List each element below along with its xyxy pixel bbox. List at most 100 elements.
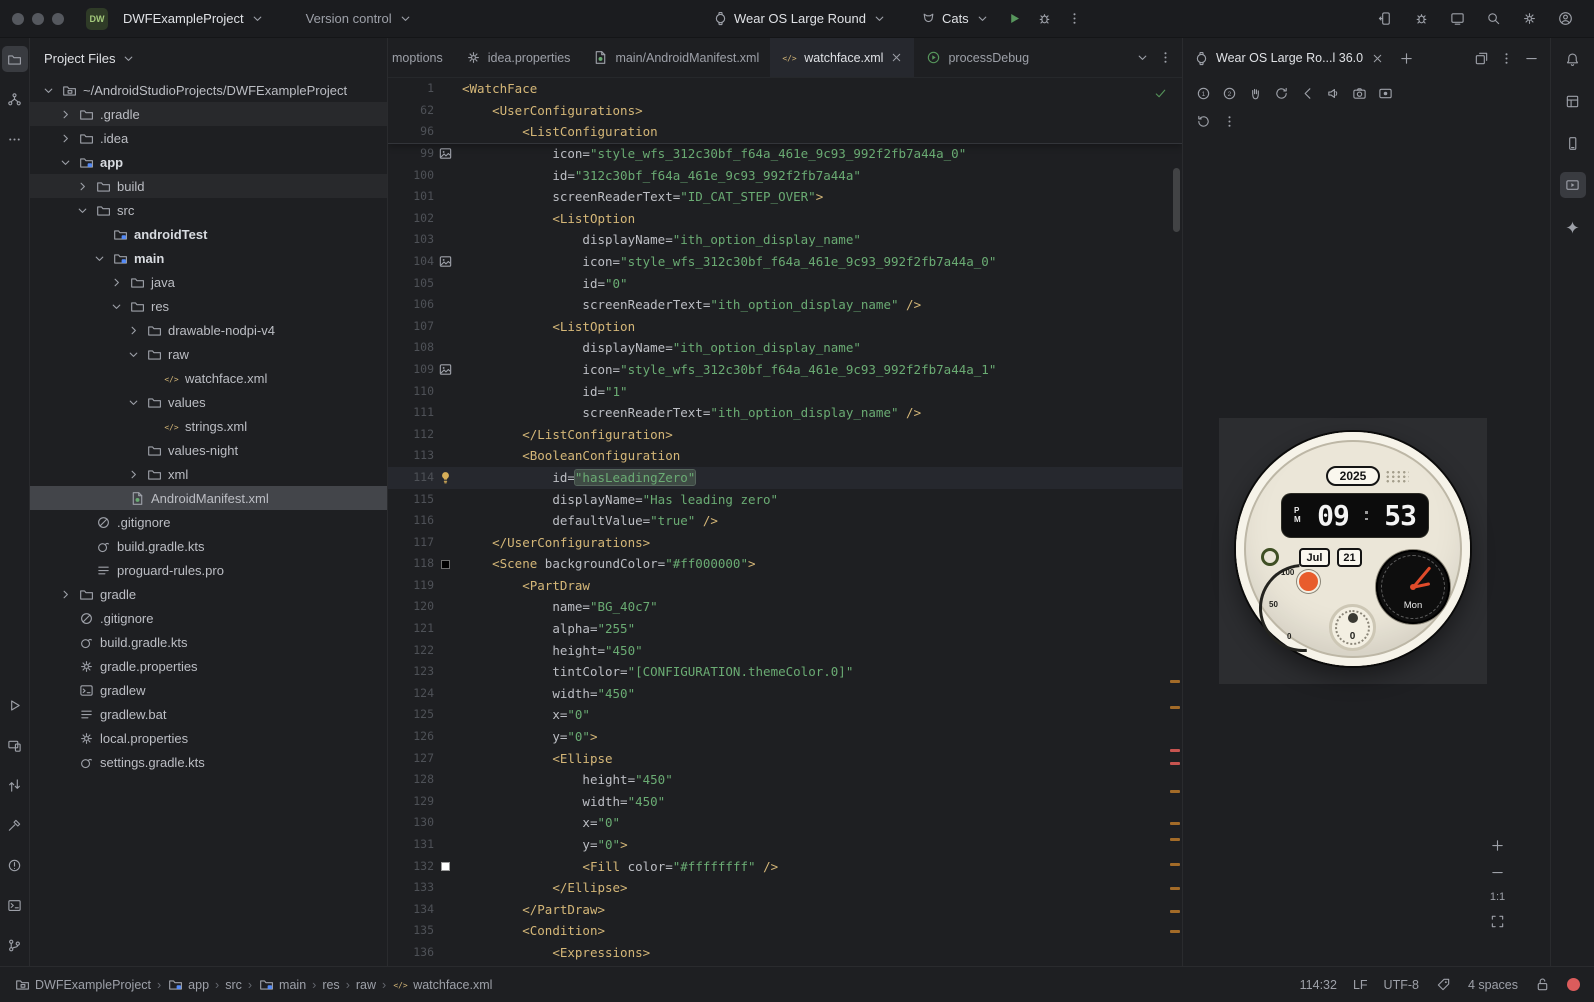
- cast-button[interactable]: [1444, 6, 1470, 32]
- minimize-window-button[interactable]: [32, 12, 44, 25]
- code-line-130[interactable]: 130 x="0": [388, 812, 1182, 834]
- tree-item-gradlew[interactable]: gradlew: [30, 678, 387, 702]
- lock-icon[interactable]: [1534, 976, 1551, 993]
- back-button[interactable]: [1295, 81, 1319, 105]
- tree-item-watchface-xml[interactable]: </> watchface.xml: [30, 366, 387, 390]
- stripe-mark[interactable]: [1170, 706, 1180, 709]
- tree-item-strings-xml[interactable]: </> strings.xml: [30, 414, 387, 438]
- tree-item-res[interactable]: res: [30, 294, 387, 318]
- version-control-menu-button[interactable]: Version control: [299, 6, 421, 31]
- device-manager-button[interactable]: [2, 732, 28, 758]
- indent-setting[interactable]: 4 spaces: [1468, 978, 1518, 992]
- breadcrumb-raw[interactable]: raw: [356, 978, 376, 992]
- code-line-127[interactable]: 127 <Ellipse: [388, 748, 1182, 770]
- close-window-button[interactable]: [12, 12, 24, 25]
- tree-item-settings-gradle-kts[interactable]: settings.gradle.kts: [30, 750, 387, 774]
- layout-inspector-button[interactable]: [1560, 88, 1586, 114]
- breadcrumb-src[interactable]: src: [225, 978, 242, 992]
- code-line-126[interactable]: 126 y="0">: [388, 726, 1182, 748]
- version-control-button[interactable]: [2, 932, 28, 958]
- more-run-options-button[interactable]: [1062, 6, 1088, 32]
- tree-item-build-gradle-kts[interactable]: build.gradle.kts: [30, 630, 387, 654]
- code-line-108[interactable]: 108 displayName="ith_option_display_name…: [388, 337, 1182, 359]
- tree-item-local-properties[interactable]: local.properties: [30, 726, 387, 750]
- palm-button[interactable]: [1243, 81, 1267, 105]
- run-configuration-selector[interactable]: Cats: [913, 6, 998, 31]
- studio-bot-button[interactable]: [1408, 6, 1434, 32]
- problems-button[interactable]: [2, 852, 28, 878]
- device-selector[interactable]: Wear OS Large Round: [705, 6, 895, 31]
- stripe-mark[interactable]: [1170, 790, 1180, 793]
- tree-item-src[interactable]: src: [30, 198, 387, 222]
- tree-item-main[interactable]: main: [30, 246, 387, 270]
- rotate-button[interactable]: [1269, 81, 1293, 105]
- file-encoding[interactable]: UTF-8: [1384, 978, 1419, 992]
- tree-item-gradle[interactable]: .gradle: [30, 102, 387, 126]
- code-line-114[interactable]: 114 id="hasLeadingZero": [388, 466, 1182, 489]
- code-line-120[interactable]: 120 name="BG_40c7": [388, 596, 1182, 618]
- code-line-103[interactable]: 103 displayName="ith_option_display_name…: [388, 229, 1182, 251]
- editor-tab-moptions[interactable]: moptions: [390, 38, 454, 77]
- tree-item-xml[interactable]: xml: [30, 462, 387, 486]
- line-separator[interactable]: LF: [1353, 978, 1368, 992]
- code-line-128[interactable]: 128 height="450": [388, 769, 1182, 791]
- analysis-error-indicator[interactable]: [1567, 978, 1580, 991]
- breadcrumb-watchface-xml[interactable]: </> watchface.xml: [392, 976, 493, 993]
- kebab-button[interactable]: [1217, 109, 1241, 133]
- code-line-115[interactable]: 115 displayName="Has leading zero": [388, 489, 1182, 511]
- code-line-112[interactable]: 112 </ListConfiguration>: [388, 424, 1182, 446]
- tag-icon[interactable]: [1435, 976, 1452, 993]
- code-line-124[interactable]: 124 width="450": [388, 683, 1182, 705]
- tree-item-drawable-nodpi-v4[interactable]: drawable-nodpi-v4: [30, 318, 387, 342]
- settings-button[interactable]: [1516, 6, 1542, 32]
- editor-tab-idea-properties[interactable]: idea.properties: [454, 38, 582, 77]
- intention-bulb-icon[interactable]: [437, 469, 454, 486]
- stripe-mark[interactable]: [1170, 749, 1180, 752]
- camera-button[interactable]: [1347, 81, 1371, 105]
- project-menu-button[interactable]: DWFExampleProject: [116, 6, 273, 31]
- stripe-mark[interactable]: [1170, 863, 1180, 866]
- code-line-106[interactable]: 106 screenReaderText="ith_option_display…: [388, 294, 1182, 316]
- account-button[interactable]: [1552, 6, 1578, 32]
- tree-item-raw[interactable]: raw: [30, 342, 387, 366]
- panel-options-icon[interactable]: [1498, 50, 1515, 67]
- zoom-ratio-label[interactable]: 1:1: [1490, 891, 1505, 903]
- code-line-129[interactable]: 129 width="450": [388, 791, 1182, 813]
- code-editor[interactable]: 1 <WatchFace 62 <UserConfigurations> 96 <Li…: [388, 78, 1182, 966]
- tree-item-androidmanifest-xml[interactable]: AndroidManifest.xml: [30, 486, 387, 510]
- stripe-mark[interactable]: [1170, 887, 1180, 890]
- more-tool-windows-button[interactable]: [2, 126, 28, 152]
- open-in-window-icon[interactable]: [1473, 50, 1490, 67]
- add-device-icon[interactable]: [1398, 50, 1415, 67]
- code-line-122[interactable]: 122 height="450": [388, 640, 1182, 662]
- terminal-button[interactable]: [2, 892, 28, 918]
- reset-button[interactable]: [1191, 109, 1215, 133]
- code-line-96[interactable]: 96 <ListConfiguration: [388, 121, 1182, 143]
- button-1-button[interactable]: 1: [1191, 81, 1215, 105]
- hidden-tabs-icon[interactable]: [1134, 49, 1151, 66]
- tree-item-gitignore[interactable]: .gitignore: [30, 510, 387, 534]
- hide-panel-icon[interactable]: [1523, 50, 1540, 67]
- breadcrumb-dwfexampleproject[interactable]: DWFExampleProject: [14, 976, 151, 993]
- tree-item-values[interactable]: values: [30, 390, 387, 414]
- editor-tab-watchface-xml[interactable]: </> watchface.xml: [770, 38, 915, 77]
- tree-item-idea[interactable]: .idea: [30, 126, 387, 150]
- tree-item-values-night[interactable]: values-night: [30, 438, 387, 462]
- gemini-button[interactable]: [1560, 214, 1586, 240]
- code-line-123[interactable]: 123 tintColor="[CONFIGURATION.themeColor…: [388, 661, 1182, 683]
- tree-item-app[interactable]: app: [30, 150, 387, 174]
- code-line-134[interactable]: 134 </PartDraw>: [388, 899, 1182, 921]
- tree-item-gradlew-bat[interactable]: gradlew.bat: [30, 702, 387, 726]
- stripe-mark[interactable]: [1170, 762, 1180, 765]
- code-line-1[interactable]: 1 <WatchFace: [388, 78, 1182, 100]
- structure-button[interactable]: [2, 86, 28, 112]
- code-line-121[interactable]: 121 alpha="255": [388, 618, 1182, 640]
- code-line-104[interactable]: 104 icon="style_wfs_312c30bf_f64a_461e_9…: [388, 251, 1182, 273]
- code-line-107[interactable]: 107 <ListOption: [388, 316, 1182, 338]
- color-swatch-black[interactable]: [440, 559, 450, 569]
- code-line-105[interactable]: 105 id="0": [388, 273, 1182, 295]
- stripe-mark[interactable]: [1170, 838, 1180, 841]
- editor-tab-processdebug[interactable]: processDebug: [914, 38, 1032, 77]
- code-line-125[interactable]: 125 x="0": [388, 704, 1182, 726]
- stripe-mark[interactable]: [1170, 910, 1180, 913]
